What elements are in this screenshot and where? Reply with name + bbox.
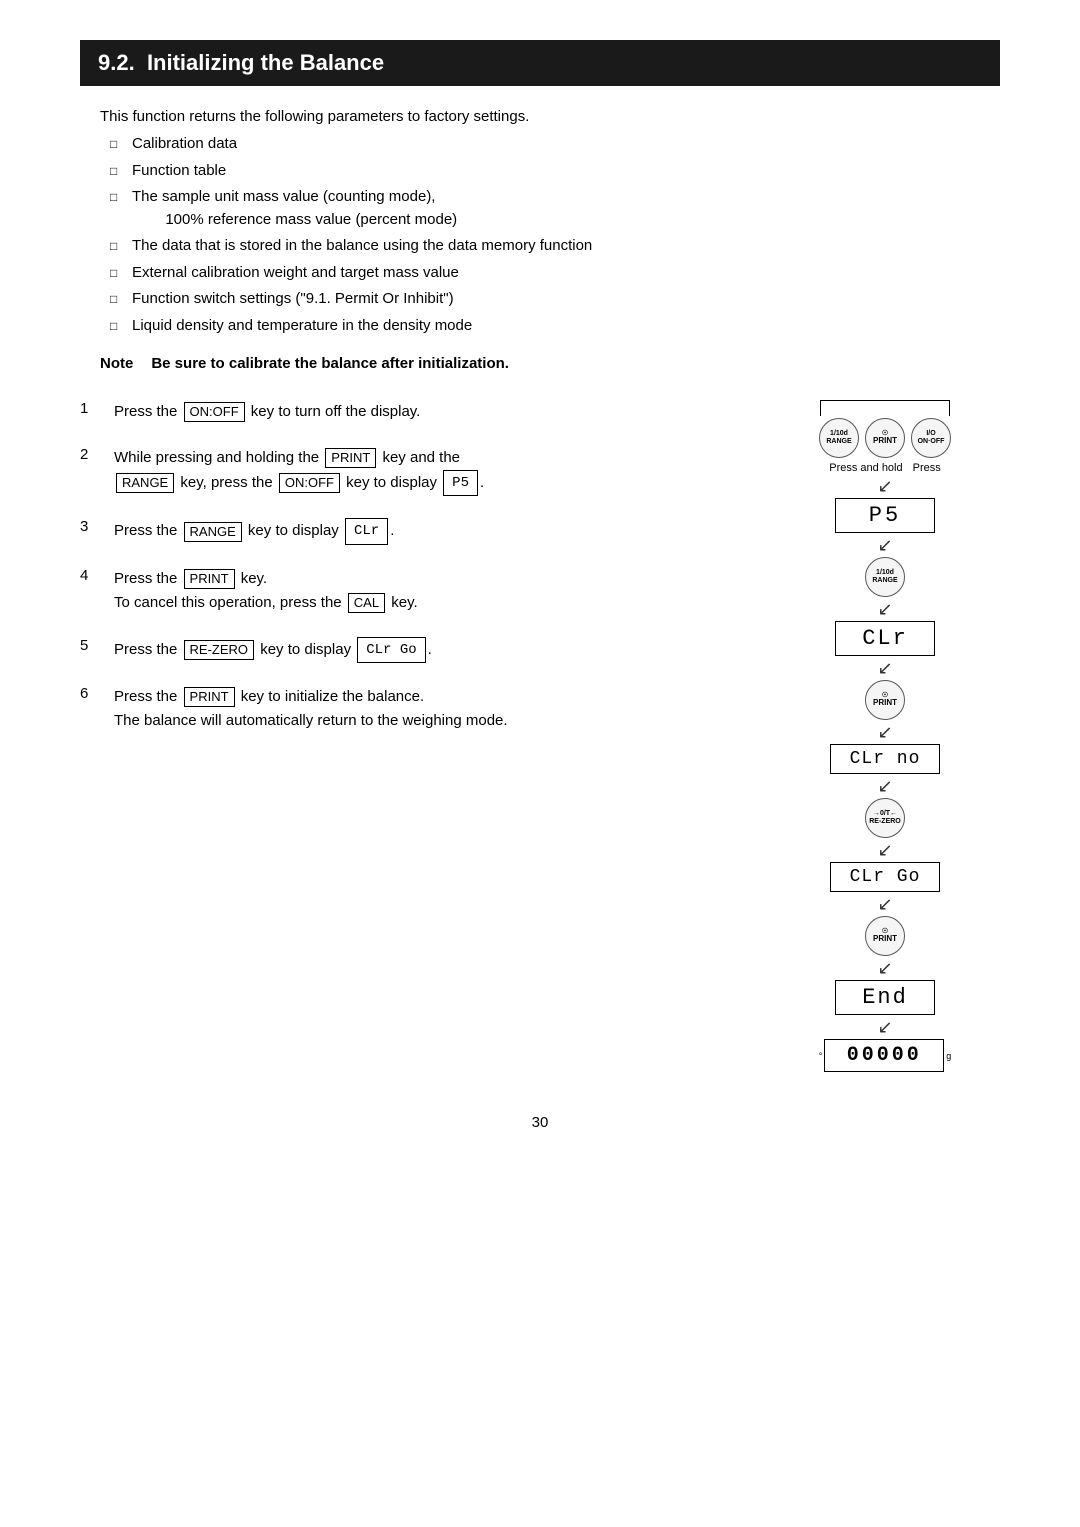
rezero-key-5: RE-ZERO: [184, 640, 255, 660]
print-key-2: PRINT: [325, 448, 376, 468]
arrow-9: ↙: [877, 959, 892, 977]
step-5: 5 Press the RE-ZERO key to display CLr G…: [80, 637, 750, 663]
step-num-4: 4: [80, 567, 104, 584]
list-item: Liquid density and temperature in the de…: [110, 315, 1000, 338]
list-item: Function switch settings ("9.1. Permit O…: [110, 288, 1000, 311]
bracket-top: [820, 400, 950, 416]
small-marker: g: [946, 1051, 951, 1061]
step-1: 1 Press the ON:OFF key to turn off the d…: [80, 400, 750, 424]
print-key-6: PRINT: [184, 687, 235, 707]
press-hold-label: Press and hold: [829, 462, 902, 474]
final-display-row: ° 00000 g: [819, 1037, 952, 1074]
note-block: NoteBe sure to calibrate the balance aft…: [100, 355, 980, 372]
diag-display-clr-no: CLr no: [830, 744, 940, 774]
step-num-2: 2: [80, 446, 104, 463]
range-key-2: RANGE: [116, 473, 174, 493]
diag-range-key: 1/10d RANGE: [819, 418, 859, 458]
steps-left: 1 Press the ON:OFF key to turn off the d…: [80, 400, 770, 1074]
arrow-3: ↙: [877, 600, 892, 618]
arrow-2: ↙: [877, 536, 892, 554]
display-p5: P5: [443, 470, 478, 496]
bullet-list: Calibration data Function table The samp…: [110, 133, 1000, 337]
step-num-5: 5: [80, 637, 104, 654]
arrow-4: ↙: [877, 659, 892, 677]
step-num-1: 1: [80, 400, 104, 417]
onoff-key-1: ON:OFF: [184, 402, 245, 422]
page-number: 30: [80, 1114, 1000, 1131]
diag-range-key-2: 1/10d RANGE: [865, 557, 905, 597]
list-item: External calibration weight and target m…: [110, 262, 1000, 285]
diag-print-key-3: ☉ PRINT: [865, 916, 905, 956]
diag-rezero-key: →0/T← RE-ZERO: [865, 798, 905, 838]
display-clr-go: CLr Go: [357, 637, 425, 663]
diag-display-final: 00000: [824, 1039, 944, 1072]
arrow-7: ↙: [877, 841, 892, 859]
print-key-4: PRINT: [184, 569, 235, 589]
list-item: Calibration data: [110, 133, 1000, 156]
display-clr: CLr: [345, 518, 388, 544]
step-3-content: Press the RANGE key to display CLr.: [114, 518, 394, 544]
diag-print-key: ☉ PRINT: [865, 418, 905, 458]
list-item: The data that is stored in the balance u…: [110, 235, 1000, 258]
diag-display-end: End: [835, 980, 935, 1015]
step-3: 3 Press the RANGE key to display CLr.: [80, 518, 750, 544]
arrow-10: ↙: [877, 1018, 892, 1036]
step-4-content: Press the PRINT key. To cancel this oper…: [114, 567, 418, 615]
step-num-3: 3: [80, 518, 104, 535]
step-5-content: Press the RE-ZERO key to display CLr Go.: [114, 637, 432, 663]
steps-area: 1 Press the ON:OFF key to turn off the d…: [80, 400, 1000, 1074]
step-num-6: 6: [80, 685, 104, 702]
diagram-area: 1/10d RANGE ☉ PRINT I/O ON·OFF Press and…: [770, 400, 1000, 1074]
press-hold-labels: Press and hold Press: [829, 462, 941, 474]
intro-text: This function returns the following para…: [100, 108, 1000, 125]
onoff-key-2: ON:OFF: [279, 473, 340, 493]
list-item: Function table: [110, 160, 1000, 183]
diag-display-p5: P5: [835, 498, 935, 533]
list-item: The sample unit mass value (counting mod…: [110, 186, 1000, 231]
arrow-8: ↙: [877, 895, 892, 913]
diag-display-clr-go: CLr Go: [830, 862, 940, 892]
diag-print-key-2: ☉ PRINT: [865, 680, 905, 720]
step-2: 2 While pressing and holding the PRINT k…: [80, 446, 750, 496]
step-6: 6 Press the PRINT key to initialize the …: [80, 685, 750, 733]
degree-mark: °: [819, 1051, 823, 1061]
diag-keys-row-1: 1/10d RANGE ☉ PRINT I/O ON·OFF: [819, 418, 951, 458]
step-1-content: Press the ON:OFF key to turn off the dis…: [114, 400, 420, 424]
diag-display-clr: CLr: [835, 621, 935, 656]
arrow-5: ↙: [877, 723, 892, 741]
arrow-1: ↙: [877, 477, 892, 495]
step-2-content: While pressing and holding the PRINT key…: [114, 446, 484, 496]
section-title: 9.2. Initializing the Balance: [80, 40, 1000, 86]
diagram-container: 1/10d RANGE ☉ PRINT I/O ON·OFF Press and…: [775, 400, 995, 1074]
press-label: Press: [913, 462, 941, 474]
range-key-3: RANGE: [184, 522, 242, 542]
step-4: 4 Press the PRINT key. To cancel this op…: [80, 567, 750, 615]
arrow-6: ↙: [877, 777, 892, 795]
cal-key-4: CAL: [348, 593, 385, 613]
diag-onoff-key: I/O ON·OFF: [911, 418, 951, 458]
step-6-content: Press the PRINT key to initialize the ba…: [114, 685, 508, 733]
